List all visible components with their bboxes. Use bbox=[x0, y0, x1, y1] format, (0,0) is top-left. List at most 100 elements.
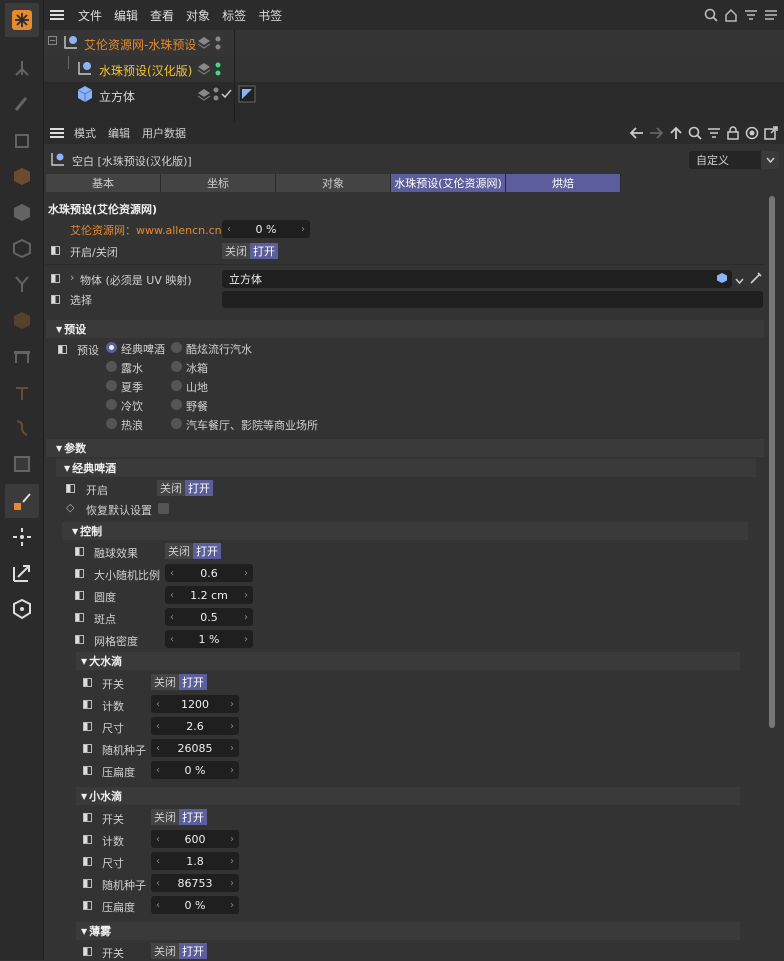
search-icon[interactable] bbox=[704, 8, 718, 22]
target-icon[interactable] bbox=[745, 126, 759, 140]
tab-bake[interactable]: 烘焙 bbox=[506, 174, 621, 192]
preset-option[interactable]: 山地 bbox=[186, 379, 208, 395]
pin-icon[interactable] bbox=[5, 375, 39, 409]
toggle-off[interactable]: 关闭 bbox=[151, 809, 179, 825]
snowflake-icon[interactable] bbox=[5, 3, 39, 37]
increment-icon[interactable]: › bbox=[230, 856, 234, 867]
increment-icon[interactable]: › bbox=[230, 834, 234, 845]
brush-icon[interactable] bbox=[5, 87, 39, 121]
snap-icon[interactable] bbox=[5, 520, 39, 554]
tab-object[interactable]: 对象 bbox=[276, 174, 391, 192]
search-icon[interactable] bbox=[688, 126, 702, 140]
keyframe-icon[interactable] bbox=[51, 246, 60, 255]
cube-edges-icon[interactable] bbox=[5, 231, 39, 265]
layer-icon[interactable] bbox=[197, 61, 211, 78]
toggle-off[interactable]: 关闭 bbox=[165, 543, 193, 559]
workplane-icon[interactable] bbox=[5, 592, 39, 626]
menu-view[interactable]: 查看 bbox=[150, 7, 174, 24]
new-window-icon[interactable] bbox=[764, 126, 778, 140]
keyframe-icon[interactable] bbox=[51, 274, 60, 283]
object-link-field[interactable]: 立方体 bbox=[222, 270, 732, 288]
increment-icon[interactable]: › bbox=[230, 743, 234, 754]
keyframe-icon[interactable] bbox=[83, 947, 92, 956]
keyframe-icon[interactable] bbox=[83, 678, 92, 687]
keyframe-icon[interactable] bbox=[75, 547, 84, 556]
preset-option[interactable]: 汽车餐厅、影院等商业场所 bbox=[186, 417, 318, 433]
param-field[interactable]: ‹ 2.6 › bbox=[151, 717, 239, 735]
layer-icon[interactable] bbox=[197, 35, 211, 52]
param-toggle[interactable]: 关闭 打开 bbox=[151, 674, 207, 690]
cube-icon[interactable] bbox=[5, 159, 39, 193]
param-field[interactable]: ‹ 0.6 › bbox=[165, 564, 253, 582]
cube-wire-icon[interactable] bbox=[5, 123, 39, 157]
menu-edit[interactable]: 编辑 bbox=[114, 7, 138, 24]
decrement-icon[interactable]: ‹ bbox=[170, 634, 174, 645]
radio-selected[interactable] bbox=[106, 342, 117, 353]
reset-checkbox[interactable] bbox=[158, 503, 169, 514]
toggle-on[interactable]: 打开 bbox=[185, 480, 213, 496]
menu-object[interactable]: 对象 bbox=[186, 7, 210, 24]
menu-mode[interactable]: 模式 bbox=[74, 125, 96, 141]
big-drop-section-header[interactable]: ▼ 大水滴 bbox=[76, 652, 740, 670]
keyframe-icon[interactable] bbox=[83, 744, 92, 753]
preset-option[interactable]: 冰箱 bbox=[186, 360, 208, 376]
increment-icon[interactable]: › bbox=[230, 765, 234, 776]
decrement-icon[interactable]: ‹ bbox=[156, 834, 160, 845]
chevron-down-icon[interactable] bbox=[735, 274, 744, 287]
preset-option[interactable]: 经典啤酒 bbox=[121, 341, 165, 357]
radio[interactable] bbox=[106, 399, 117, 410]
filter-icon[interactable] bbox=[707, 126, 721, 140]
keyframe-icon[interactable] bbox=[66, 484, 75, 493]
up-arrow-icon[interactable] bbox=[669, 126, 683, 140]
menu-edit[interactable]: 编辑 bbox=[108, 125, 130, 141]
mist-section-header[interactable]: ▼ 薄雾 bbox=[76, 922, 740, 940]
control-section-header[interactable]: ▼ 控制 bbox=[62, 522, 748, 540]
home-icon[interactable] bbox=[724, 8, 738, 22]
radio[interactable] bbox=[171, 342, 182, 353]
menu-file[interactable]: 文件 bbox=[78, 7, 102, 24]
increment-icon[interactable]: › bbox=[244, 590, 248, 601]
increment-icon[interactable]: › bbox=[230, 878, 234, 889]
param-field[interactable]: ‹ 1.8 › bbox=[151, 852, 239, 870]
enable-toggle[interactable]: 关闭 打开 bbox=[222, 243, 278, 259]
decrement-icon[interactable]: ‹ bbox=[227, 224, 231, 235]
toggle-off[interactable]: 关闭 bbox=[151, 943, 179, 959]
filter-icon[interactable] bbox=[744, 8, 758, 22]
move-tool-icon[interactable] bbox=[5, 51, 39, 85]
object-name[interactable]: 水珠预设(汉化版) bbox=[99, 62, 192, 79]
keyframe-icon[interactable] bbox=[83, 879, 92, 888]
hamburger-icon[interactable] bbox=[50, 9, 64, 21]
param-field[interactable]: ‹ 86753 › bbox=[151, 874, 239, 892]
menu-userdata[interactable]: 用户数据 bbox=[142, 125, 186, 141]
tab-basic[interactable]: 基本 bbox=[46, 174, 161, 192]
param-field[interactable]: ‹ 0.5 › bbox=[165, 608, 253, 626]
tab-droplet-preset[interactable]: 水珠预设(艾伦资源网) bbox=[391, 174, 506, 192]
visibility-dots[interactable] bbox=[215, 35, 221, 54]
keyframe-icon[interactable] bbox=[83, 901, 92, 910]
layers-icon[interactable] bbox=[764, 8, 778, 22]
radio[interactable] bbox=[171, 418, 182, 429]
layer-icon[interactable] bbox=[197, 87, 211, 104]
open-toggle[interactable]: 关闭 打开 bbox=[157, 480, 213, 496]
selection-field[interactable] bbox=[222, 291, 763, 308]
tag-icon[interactable] bbox=[238, 85, 256, 106]
decrement-icon[interactable]: ‹ bbox=[156, 743, 160, 754]
param-field[interactable]: ‹ 26085 › bbox=[151, 739, 239, 757]
param-field[interactable]: ‹ 0 % › bbox=[151, 761, 239, 779]
mist-toggle[interactable]: 关闭 打开 bbox=[151, 943, 207, 959]
increment-icon[interactable]: › bbox=[244, 568, 248, 579]
keyframe-icon[interactable] bbox=[75, 591, 84, 600]
back-arrow-icon[interactable] bbox=[629, 126, 644, 140]
keyframe-icon[interactable] bbox=[83, 835, 92, 844]
lock-icon[interactable] bbox=[726, 126, 740, 140]
keyframe-icon[interactable] bbox=[75, 569, 84, 578]
radio[interactable] bbox=[171, 361, 182, 372]
param-field[interactable]: ‹ 1.2 cm › bbox=[165, 586, 253, 604]
decrement-icon[interactable]: ‹ bbox=[156, 699, 160, 710]
object-row[interactable]: 立方体 bbox=[44, 82, 784, 108]
increment-icon[interactable]: › bbox=[230, 900, 234, 911]
preset-option[interactable]: 冷饮 bbox=[121, 398, 143, 414]
menu-tag[interactable]: 标签 bbox=[222, 7, 246, 24]
toggle-on[interactable]: 打开 bbox=[250, 243, 278, 259]
preset-section-header[interactable]: ▼ 预设 bbox=[46, 320, 764, 338]
